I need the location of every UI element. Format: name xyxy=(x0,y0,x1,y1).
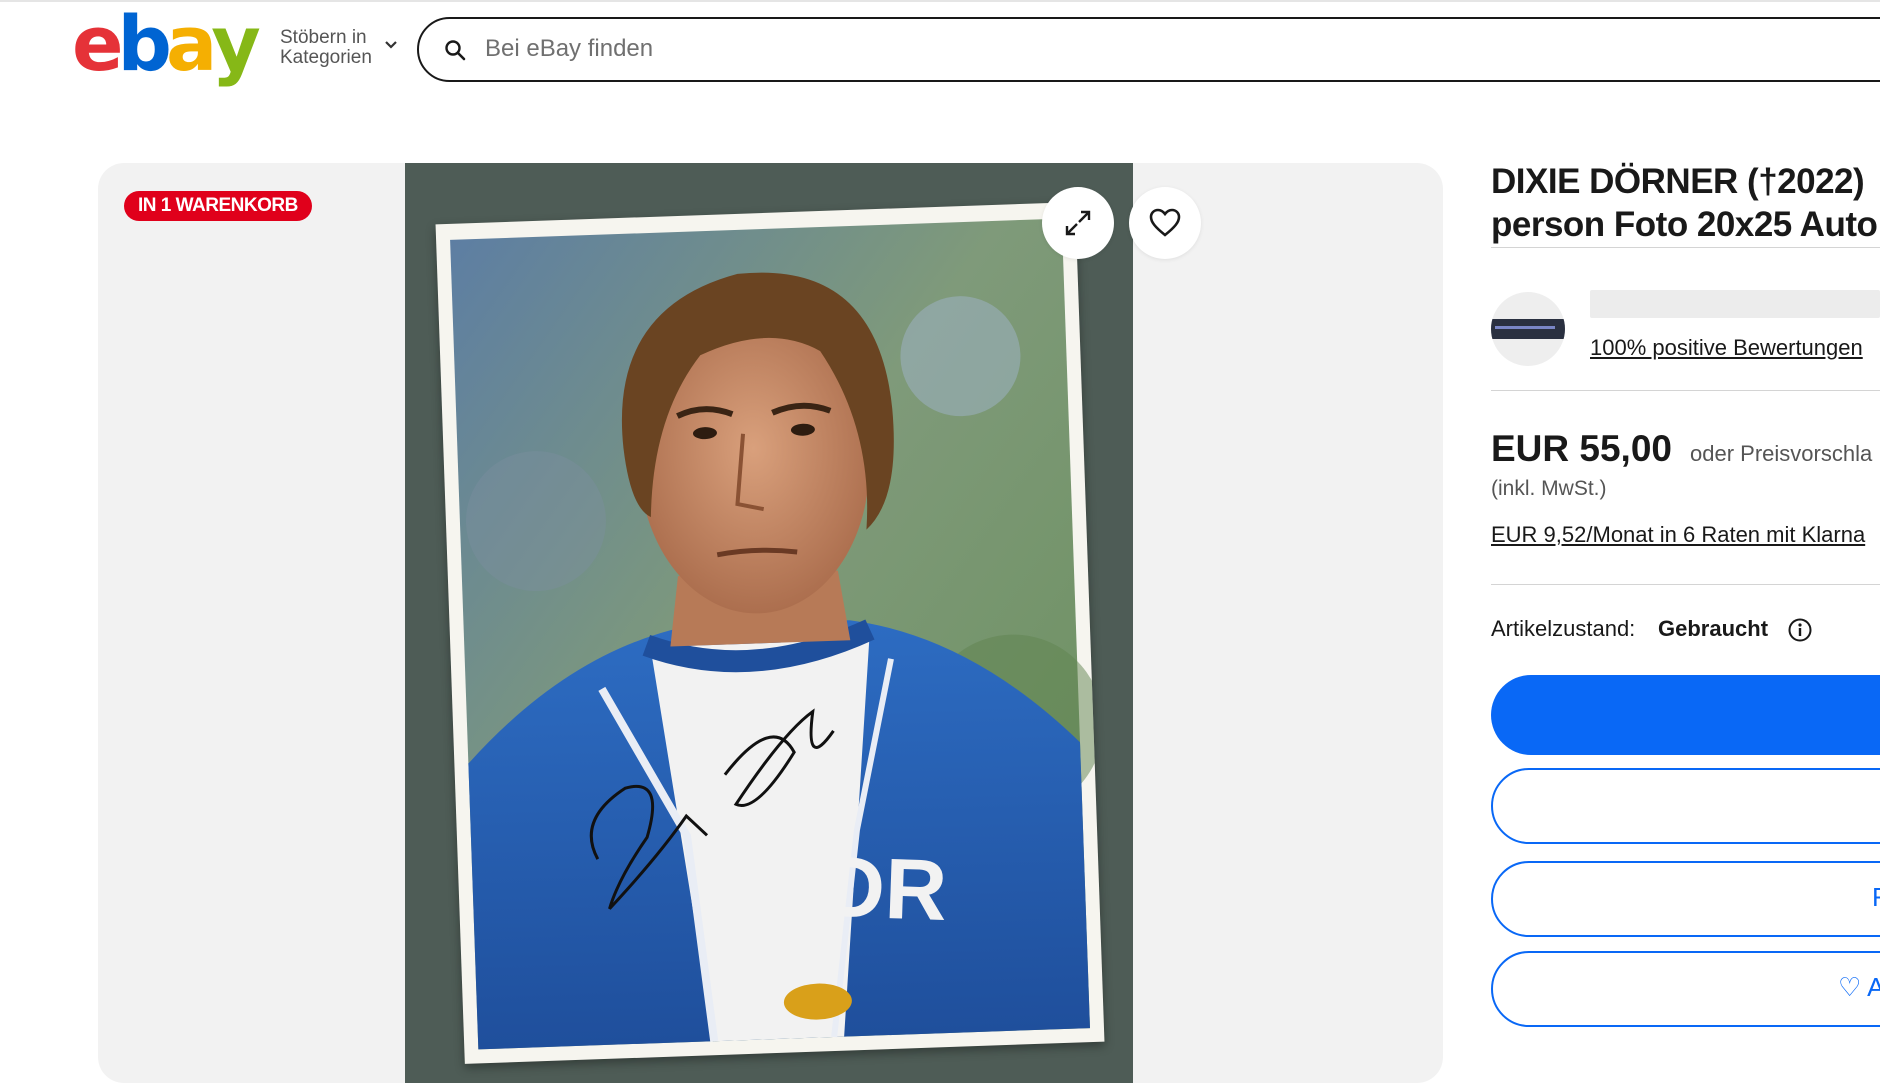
browse-label-line1: Stöbern in xyxy=(280,27,367,48)
search-input[interactable] xyxy=(485,29,1385,69)
heart-icon xyxy=(1149,208,1181,237)
item-price: EUR 55,00 xyxy=(1491,428,1672,469)
photo-print: DDR xyxy=(435,202,1105,1064)
watchlist-button-label: ♡ A xyxy=(1838,972,1880,1002)
fullscreen-button[interactable] xyxy=(1042,187,1114,259)
search-icon[interactable] xyxy=(443,38,467,62)
seller-feedback-link[interactable]: 100% positive Bewertungen xyxy=(1590,335,1863,361)
tax-note: (inkl. MwSt.) xyxy=(1491,477,1607,500)
listing-title-line1: DIXIE DÖRNER (†2022) xyxy=(1491,162,1865,201)
make-offer-button[interactable] xyxy=(1491,861,1880,937)
info-icon[interactable] xyxy=(1787,617,1813,643)
site-header: ebay Stöbern in Kategorien xyxy=(0,2,1880,96)
search-bar[interactable] xyxy=(417,17,1880,82)
condition-value: Gebraucht xyxy=(1658,616,1769,641)
divider xyxy=(1491,247,1880,248)
browse-categories-button[interactable]: Stöbern in Kategorien xyxy=(280,28,372,68)
logo-letter-e: e xyxy=(72,0,123,88)
seller-logo-strip xyxy=(1491,319,1565,339)
condition-label: Artikelzustand: xyxy=(1491,616,1636,641)
divider xyxy=(1491,584,1880,585)
chevron-down-icon[interactable] xyxy=(384,40,398,50)
add-to-watchlist-button[interactable] xyxy=(1491,951,1880,1027)
logo-letter-b: b xyxy=(117,0,172,88)
watch-heart-button[interactable] xyxy=(1129,187,1201,259)
cart-count-badge: IN 1 WARENKORB xyxy=(124,191,312,221)
divider xyxy=(1491,390,1880,391)
expand-icon xyxy=(1065,210,1091,236)
product-photo[interactable]: DDR xyxy=(405,163,1133,1083)
listing-title-line2: person Foto 20x25 Auto xyxy=(1491,205,1878,244)
seller-logo-strip-accent xyxy=(1495,326,1555,329)
jacket-lettering: DDR xyxy=(759,837,949,939)
image-gallery: IN 1 WARENKORB DDR xyxy=(98,163,1443,1083)
make-offer-button-label: F xyxy=(1872,882,1880,912)
seller-name-redacted[interactable] xyxy=(1590,290,1880,318)
autographed-portrait-image: DDR xyxy=(450,218,1104,1050)
logo-letter-y: y xyxy=(211,0,260,88)
ebay-logo[interactable]: ebay xyxy=(72,0,261,88)
seller-avatar[interactable] xyxy=(1491,292,1565,366)
best-offer-text: oder Preisvorschla xyxy=(1690,441,1873,466)
listing-title: DIXIE DÖRNER (†2022) person Foto 20x25 A… xyxy=(1491,160,1880,246)
logo-letter-a: a xyxy=(165,0,217,88)
buy-now-button[interactable] xyxy=(1491,675,1880,755)
klarna-financing-link[interactable]: EUR 9,52/Monat in 6 Raten mit Klarna xyxy=(1491,522,1865,548)
add-to-cart-button[interactable] xyxy=(1491,768,1880,844)
browse-label-line2: Kategorien xyxy=(280,47,372,68)
